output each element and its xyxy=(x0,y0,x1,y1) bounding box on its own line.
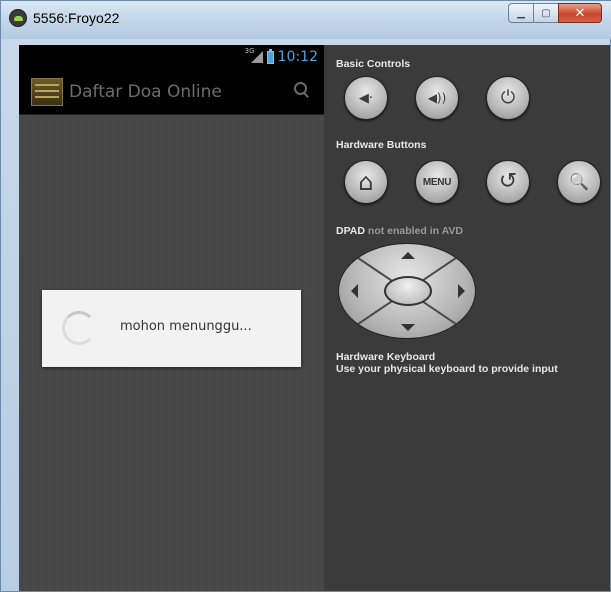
volume-up-icon: ◀)) xyxy=(427,91,447,105)
volume-down-button[interactable]: ◀· xyxy=(344,76,388,120)
dpad-up-icon[interactable] xyxy=(401,252,415,259)
hardware-buttons-label: Hardware Buttons xyxy=(336,139,427,151)
status-bar: 3G 10:12 xyxy=(19,45,324,69)
dialog-message: mohon menunggu... xyxy=(120,319,252,334)
home-button[interactable]: ⌂ xyxy=(344,160,388,204)
progress-dialog: mohon menunggu... xyxy=(42,290,301,367)
back-icon: ↺ xyxy=(498,169,518,194)
app-logo-icon[interactable] xyxy=(31,78,63,106)
power-icon: ⏻ xyxy=(500,87,516,108)
minimize-button[interactable]: ▁ xyxy=(508,3,534,23)
app-title: Daftar Doa Online xyxy=(69,82,222,102)
minimize-icon: ▁ xyxy=(517,7,525,19)
close-button[interactable]: ✕ xyxy=(558,3,602,23)
maximize-button[interactable]: ▢ xyxy=(533,3,559,23)
dpad-label: DPAD xyxy=(336,225,365,237)
dpad[interactable] xyxy=(338,243,476,339)
dpad-down-icon[interactable] xyxy=(401,324,415,331)
hardware-keyboard-label: Hardware Keyboard xyxy=(336,351,436,363)
home-icon: ⌂ xyxy=(358,168,374,196)
dpad-center-button[interactable] xyxy=(384,276,432,306)
volume-down-icon: ◀· xyxy=(358,90,374,106)
caption-buttons: ▁ ▢ ✕ xyxy=(508,3,602,25)
status-clock: 10:12 xyxy=(277,49,318,65)
battery-icon xyxy=(266,48,274,64)
emulator-controls-panel: Basic Controls ◀· ◀)) ⏻ Hardware Buttons… xyxy=(324,45,610,591)
back-button[interactable]: ↺ xyxy=(486,160,530,204)
power-button[interactable]: ⏻ xyxy=(486,76,530,120)
menu-button[interactable]: MENU xyxy=(415,160,459,204)
window-title: 5556:Froyo22 xyxy=(33,10,120,26)
dpad-note: not enabled in AVD xyxy=(367,225,463,237)
magnifier-icon: 🔍 xyxy=(569,172,589,191)
search-icon[interactable] xyxy=(294,82,308,96)
title-bar[interactable]: 5556:Froyo22 ▁ ▢ ✕ xyxy=(1,1,611,39)
dpad-left-icon[interactable] xyxy=(351,284,358,298)
menu-label: MENU xyxy=(422,176,452,188)
volume-up-button[interactable]: ◀)) xyxy=(415,76,459,120)
dpad-section-label: DPAD not enabled in AVD xyxy=(336,225,463,237)
maximize-icon: ▢ xyxy=(541,7,551,19)
close-icon: ✕ xyxy=(574,5,586,21)
basic-controls-label: Basic Controls xyxy=(336,58,411,70)
status-icons: 3G 10:12 xyxy=(245,47,318,66)
hardware-keyboard-note: Use your physical keyboard to provide in… xyxy=(336,363,558,375)
device-screen[interactable]: 3G 10:12 Daftar Doa Online mohon menungg… xyxy=(19,45,324,591)
network-type-label: 3G xyxy=(244,47,255,55)
search-button[interactable]: 🔍 xyxy=(557,160,601,204)
action-bar: Daftar Doa Online xyxy=(19,69,324,115)
android-icon xyxy=(9,9,27,27)
signal-icon: 3G xyxy=(245,47,263,64)
dpad-right-icon[interactable] xyxy=(458,284,465,298)
loading-spinner-icon xyxy=(62,311,96,345)
emulator-window: 5556:Froyo22 ▁ ▢ ✕ 3G 10:12 Daftar Doa O… xyxy=(0,0,611,592)
